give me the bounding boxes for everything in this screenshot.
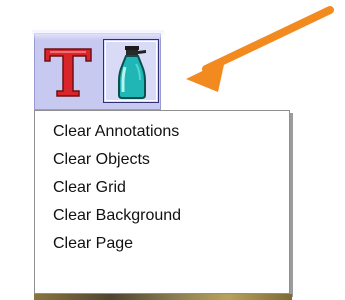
text-tool-button[interactable] (38, 39, 98, 103)
spray-bottle-icon (118, 46, 146, 99)
menu-item-clear-grid[interactable]: Clear Grid (35, 174, 289, 202)
clear-tool-button[interactable] (103, 39, 159, 103)
menu-item-clear-page[interactable]: Clear Page (35, 230, 289, 258)
clear-menu: Clear Annotations Clear Objects Clear Gr… (34, 110, 290, 294)
menu-item-clear-annotations[interactable]: Clear Annotations (35, 118, 289, 146)
text-tool-icon (44, 48, 92, 97)
menu-item-clear-objects[interactable]: Clear Objects (35, 146, 289, 174)
background-strip (34, 294, 292, 300)
menu-item-clear-background[interactable]: Clear Background (35, 202, 289, 230)
